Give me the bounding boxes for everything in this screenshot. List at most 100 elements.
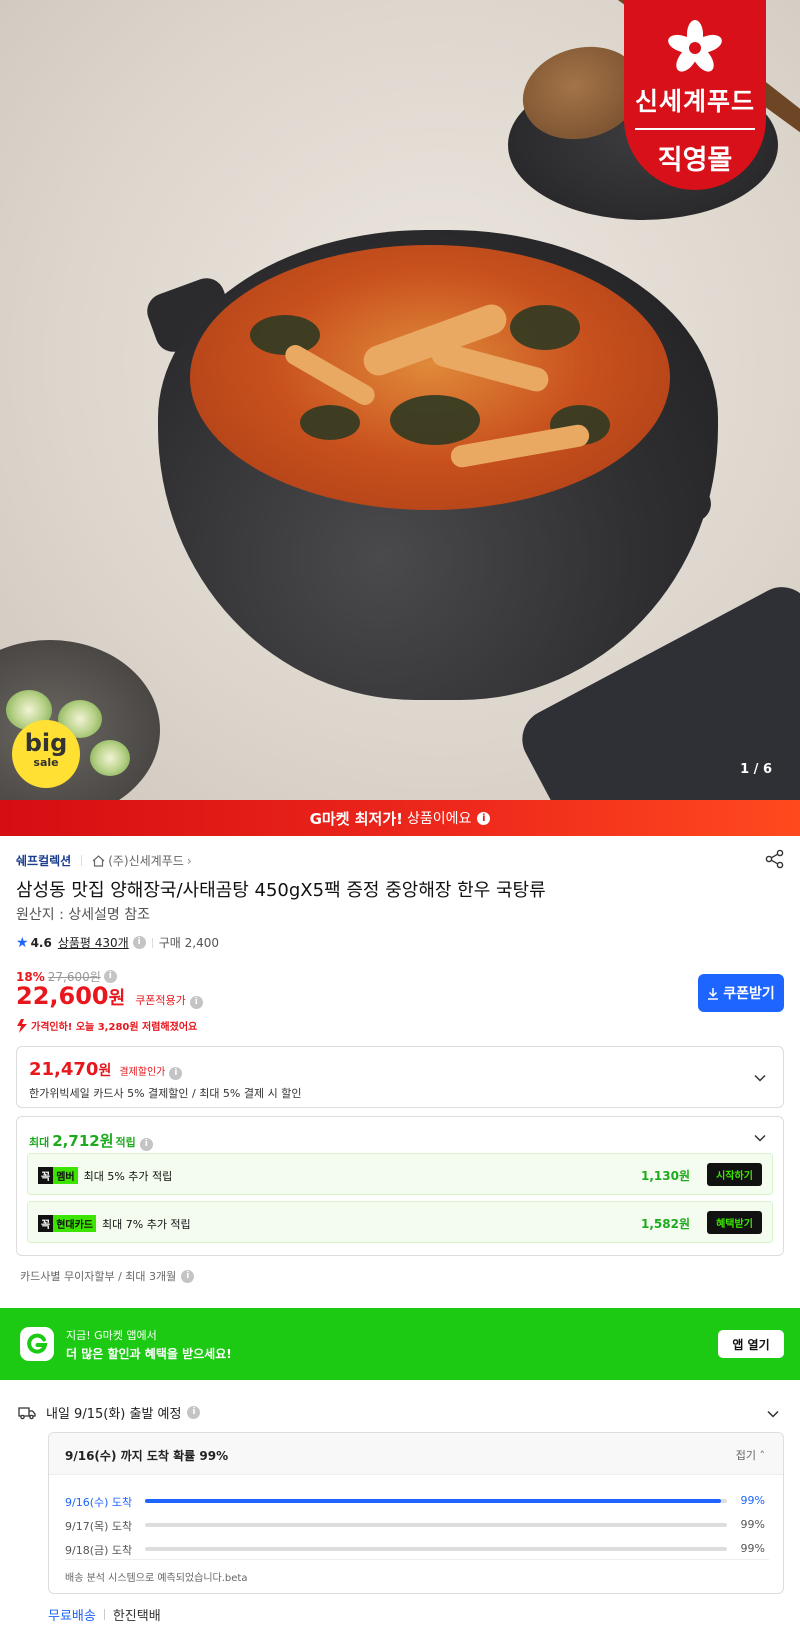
price-cut-notice: 가격인하! 오늘 3,280원 저렴해졌어요	[16, 1018, 197, 1033]
reward-prefix: 최대	[29, 1136, 50, 1149]
image-pager: 1 / 6	[740, 762, 772, 777]
eta-date: 9/18(금) 도착	[65, 1544, 133, 1557]
big-sale-sale: sale	[33, 756, 59, 769]
reward-row-hyundai-card[interactable]: 꼭 현대카드 최대 7% 추가 적립 1,582원 혜택받기	[27, 1201, 773, 1243]
eta-date: 9/17(목) 도착	[65, 1520, 133, 1533]
reward-row-amount: 1,130원	[641, 1169, 690, 1183]
open-app-button[interactable]: 앱 열기	[718, 1330, 784, 1358]
card-discount-box[interactable]: 21,470 원 결제할인가 i 한가위빅세일 카드사 5% 결제할인 / 최대…	[16, 1046, 784, 1108]
seller-name: (주)신세계푸드	[108, 854, 184, 868]
fold-label: 접기	[735, 1449, 756, 1462]
coupon-download-button[interactable]: 쿠폰받기	[698, 974, 784, 1012]
price-cut-text: 가격인하! 오늘 3,280원 저렴해졌어요	[31, 1022, 198, 1033]
eta-bar-fill	[145, 1499, 722, 1503]
reward-k: 꼭	[38, 1215, 54, 1232]
star-icon: ★	[16, 934, 29, 951]
app-promo-banner[interactable]: 지금! G마켓 앱에서 더 많은 할인과 혜택을 받으세요! 앱 열기	[0, 1308, 800, 1380]
breadcrumb: 쉐프컬렉션 (주)신세계푸드 ›	[16, 852, 192, 869]
eta-row: 9/16(수) 도착 99%	[65, 1493, 765, 1509]
eta-percent: 99%	[740, 1518, 765, 1531]
card-discount-amount: 21,470	[29, 1059, 99, 1080]
shipping-foot: 무료배송 한진택배	[48, 1605, 161, 1624]
gmarket-logo-icon	[20, 1327, 54, 1361]
currency-label: 원	[108, 988, 126, 1009]
product-origin: 원산지 : 상세설명 참조	[16, 907, 150, 923]
info-icon[interactable]: i	[181, 1269, 195, 1283]
coupon-button-label: 쿠폰받기	[723, 986, 775, 1002]
chevron-right-icon: ›	[186, 853, 192, 868]
collection-link[interactable]: 쉐프컬렉션	[16, 852, 71, 869]
reward-head: 최대 2,712원 적립 i	[29, 1130, 153, 1151]
price-down-arrow-icon	[17, 1018, 27, 1033]
info-icon[interactable]: i	[139, 1138, 153, 1151]
lowest-price-text: 상품이에요	[406, 811, 472, 827]
eta-percent: 99%	[740, 1542, 765, 1555]
chevron-down-icon[interactable]	[766, 1407, 780, 1421]
currency-label: 원	[98, 1063, 112, 1079]
lowest-price-bold: G마켓 최저가!	[309, 809, 403, 828]
eta-row: 9/18(금) 도착 99%	[65, 1541, 765, 1557]
download-icon	[708, 987, 719, 1000]
eta-title: 9/16(수) 까지 도착 확률 99%	[65, 1449, 229, 1463]
brand-badge: 신세계푸드 직영몰	[624, 0, 766, 190]
shipping-head[interactable]: 내일 9/15(화) 출발 예정 i	[18, 1403, 201, 1422]
get-benefit-button[interactable]: 혜택받기	[707, 1211, 762, 1234]
product-image[interactable]: 신세계푸드 직영몰 big sale 1 / 6	[0, 0, 800, 800]
purchase-count: 구매 2,400	[158, 936, 219, 950]
eta-percent: 99%	[740, 1494, 765, 1507]
reward-tag: 현대카드	[53, 1215, 97, 1232]
chevron-up-icon: ˄	[759, 1449, 766, 1462]
reward-tag: 멤버	[53, 1167, 78, 1184]
shipping-departure: 내일 9/15(화) 출발 예정	[46, 1407, 182, 1422]
reward-suffix: 적립	[115, 1136, 136, 1149]
current-price: 22,600	[16, 982, 109, 1010]
chevron-down-icon[interactable]	[753, 1131, 767, 1145]
eta-note: 배송 분석 시스템으로 예측되었습니다.beta	[65, 1573, 248, 1584]
reward-box: 최대 2,712원 적립 i 꼭 멤버 최대 5% 추가 적립 1,130원 시…	[16, 1116, 784, 1256]
delivery-eta-box: 9/16(수) 까지 도착 확률 99% 접기 ˄ 9/16(수) 도착 99%…	[48, 1432, 784, 1594]
chevron-down-icon[interactable]	[753, 1071, 767, 1085]
reward-text: 최대 7% 추가 적립	[102, 1217, 191, 1231]
reward-text: 최대 5% 추가 적립	[83, 1169, 173, 1183]
share-icon[interactable]	[764, 848, 786, 870]
home-icon	[92, 854, 105, 867]
seller-link[interactable]: (주)신세계푸드 ›	[92, 852, 192, 869]
free-shipping-label: 무료배송	[48, 1609, 96, 1624]
brand-mall-label: 직영몰	[657, 145, 733, 176]
reward-row-amount: 1,582원	[641, 1217, 690, 1231]
reward-k: 꼭	[38, 1167, 54, 1184]
app-banner-line1: 지금! G마켓 앱에서	[66, 1329, 157, 1342]
truck-icon	[18, 1406, 36, 1419]
app-banner-line2: 더 많은 할인과 혜택을 받으세요!	[66, 1347, 232, 1361]
start-member-button[interactable]: 시작하기	[707, 1163, 762, 1186]
fold-button[interactable]: 접기 ˄	[736, 1447, 765, 1463]
eta-bar-track	[145, 1499, 727, 1503]
flower-logo-icon	[665, 18, 725, 78]
stew	[190, 245, 670, 510]
price-main: 22,600 원 쿠폰적용가 i	[16, 982, 203, 1010]
rating-row: ★ 4.6 상품평 430개 i 구매 2,400	[16, 934, 219, 951]
coupon-price-note: 쿠폰적용가	[135, 994, 186, 1007]
info-icon[interactable]: i	[189, 996, 203, 1009]
brand-name: 신세계푸드	[634, 87, 755, 116]
eta-bar-track	[145, 1523, 727, 1527]
carrier-name: 한진택배	[112, 1609, 161, 1624]
eta-date: 9/16(수) 도착	[65, 1496, 133, 1509]
info-icon[interactable]: i	[132, 936, 146, 949]
eta-row: 9/17(목) 도착 99%	[65, 1517, 765, 1533]
info-icon[interactable]: i	[169, 1067, 183, 1080]
card-discount-label: 결제할인가	[119, 1067, 166, 1078]
product-title: 삼성동 맛집 양해장국/사태곰탕 450gX5팩 증정 중앙해장 한우 국탕류	[16, 880, 546, 901]
info-icon[interactable]: i	[477, 811, 491, 825]
rating-score: 4.6	[30, 935, 52, 950]
card-discount-desc: 한가위빅세일 카드사 5% 결제할인 / 최대 5% 결제 시 할인	[29, 1087, 302, 1100]
installment-text: 카드사별 무이자할부 / 최대 3개월	[20, 1270, 177, 1283]
info-icon[interactable]: i	[187, 1406, 201, 1419]
reward-row-member[interactable]: 꼭 멤버 최대 5% 추가 적립 1,130원 시작하기	[27, 1153, 773, 1195]
installment-info: 카드사별 무이자할부 / 최대 3개월 i	[20, 1268, 195, 1284]
eta-bar-track	[145, 1547, 727, 1551]
big-sale-badge: big sale	[12, 720, 80, 788]
lowest-price-banner[interactable]: G마켓 최저가! 상품이에요 i	[0, 800, 800, 836]
review-count-link[interactable]: 상품평 430개	[58, 934, 129, 951]
reward-amount: 2,712원	[52, 1132, 114, 1150]
